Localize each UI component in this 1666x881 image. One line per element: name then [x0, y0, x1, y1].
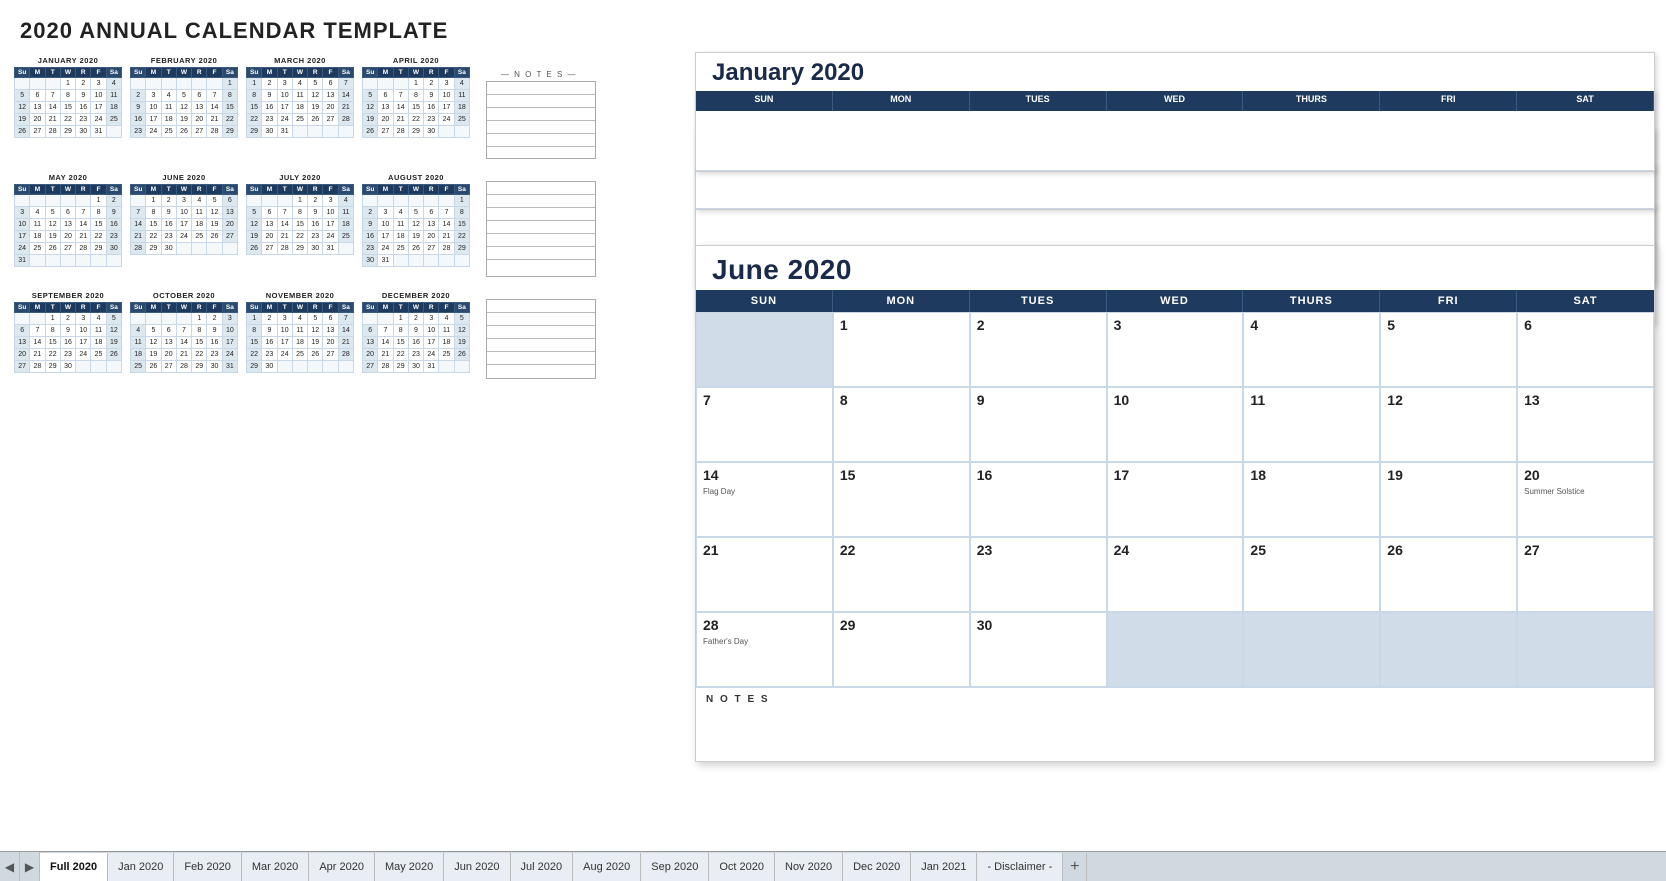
june-cell-1: 1	[833, 312, 970, 387]
header-thurs: THURS	[1243, 290, 1380, 312]
june-cell-empty5	[1517, 612, 1654, 687]
june-cell-15: 15	[833, 462, 970, 537]
notes-row3	[482, 285, 596, 379]
tab-jan-2020[interactable]: Jan 2020	[108, 853, 174, 881]
tab-jan-2021[interactable]: Jan 2021	[911, 853, 977, 881]
tab-may-2020[interactable]: May 2020	[375, 853, 444, 881]
tab-scroll-left[interactable]: ◀	[0, 852, 20, 881]
tab-aug-2020[interactable]: Aug 2020	[573, 853, 641, 881]
mini-calendar-september: SEPTEMBER 2020 SuMTWRFSa 12345 678910111…	[14, 291, 122, 373]
tab-nov-2020[interactable]: Nov 2020	[775, 853, 843, 881]
june-cell-19: 19	[1380, 462, 1517, 537]
june-cell-18: 18	[1243, 462, 1380, 537]
june-notes-section: N O T E S	[696, 687, 1654, 761]
header-sat: SAT	[1517, 290, 1654, 312]
june-cell-6: 6	[1517, 312, 1654, 387]
june-notes-label: N O T E S	[706, 694, 1644, 705]
annual-grid: JANUARY 2020 SuMTWRFSa 1234 567891011 12…	[10, 50, 680, 381]
header-mon: MON	[833, 290, 970, 312]
june-cell-23: 23	[970, 537, 1107, 612]
tab-oct-2020[interactable]: Oct 2020	[709, 853, 775, 881]
june-cell-27: 27	[1517, 537, 1654, 612]
mini-calendar-may: MAY 2020 SuMTWRFSa 12 3456789 1011121314…	[14, 173, 122, 271]
june-cell-16: 16	[970, 462, 1107, 537]
tab-jul-2020[interactable]: Jul 2020	[511, 853, 574, 881]
june-cell-30: 30	[970, 612, 1107, 687]
june-cell-empty4	[1380, 612, 1517, 687]
mini-calendar-july: JULY 2020 SuMTWRFSa 1234 567891011 12131…	[246, 173, 354, 271]
stacked-card-january: January 2020 SUN MON TUES WED THURS FRI …	[695, 52, 1655, 172]
mini-calendar-march: MARCH 2020 SuMTWRFSa 1234567 89101112131…	[246, 56, 354, 153]
june-week5: 28Father's Day 29 30	[696, 612, 1654, 687]
tab-add-button[interactable]: +	[1063, 853, 1087, 881]
tab-disclaimer[interactable]: - Disclaimer -	[977, 853, 1063, 881]
june-header-row: SUN MON TUES WED THURS FRI SAT	[696, 290, 1654, 312]
june-week1: 1 2 3 4 5 6	[696, 312, 1654, 387]
june-cell-24: 24	[1107, 537, 1244, 612]
tab-sep-2020[interactable]: Sep 2020	[641, 853, 709, 881]
june-week3: 14Flag Day 15 16 17 18 19 20Summer Solst…	[696, 462, 1654, 537]
june-cell-14: 14Flag Day	[696, 462, 833, 537]
june-notes-lines	[706, 705, 1644, 755]
tab-mar-2020[interactable]: Mar 2020	[242, 853, 309, 881]
june-cell-29: 29	[833, 612, 970, 687]
header-fri: FRI	[1380, 290, 1517, 312]
tab-scroll-right[interactable]: ▶	[20, 852, 40, 881]
june-full-calendar: June 2020 SUN MON TUES WED THURS FRI SAT…	[695, 245, 1655, 762]
june-cell-17: 17	[1107, 462, 1244, 537]
june-cell-21: 21	[696, 537, 833, 612]
page-title: 2020 ANNUAL CALENDAR TEMPLATE	[20, 18, 448, 44]
june-cell-5: 5	[1380, 312, 1517, 387]
june-cell-22: 22	[833, 537, 970, 612]
june-cell-empty2	[1107, 612, 1244, 687]
june-cell-empty3	[1243, 612, 1380, 687]
june-cell-10: 10	[1107, 387, 1244, 462]
header-wed: WED	[1107, 290, 1244, 312]
tab-full-2020[interactable]: Full 2020	[40, 853, 108, 881]
june-cell-20: 20Summer Solstice	[1517, 462, 1654, 537]
tab-jun-2020[interactable]: Jun 2020	[444, 853, 510, 881]
notes-row2	[482, 167, 596, 277]
header-tues: TUES	[970, 290, 1107, 312]
june-cell-4: 4	[1243, 312, 1380, 387]
tab-apr-2020[interactable]: Apr 2020	[309, 853, 375, 881]
june-cell-7: 7	[696, 387, 833, 462]
june-title: June 2020	[696, 246, 1654, 290]
mini-calendar-june: JUNE 2020 SuMTWRFSa 123456 78910111213 1…	[130, 173, 238, 271]
june-cell-3: 3	[1107, 312, 1244, 387]
mini-calendar-february: FEBRUARY 2020 SuMTWRFSa 1 2345678 910111…	[130, 56, 238, 153]
june-cell-26: 26	[1380, 537, 1517, 612]
mini-calendar-november: NOVEMBER 2020 SuMTWRFSa 1234567 89101112…	[246, 291, 354, 373]
mini-calendar-april: APRIL 2020 SuMTWRFSa 1234 567891011 1213…	[362, 56, 470, 153]
june-week4: 21 22 23 24 25 26 27	[696, 537, 1654, 612]
tab-bar: ◀ ▶ Full 2020 Jan 2020 Feb 2020 Mar 2020…	[0, 851, 1666, 881]
notes-header: — N O T E S —	[482, 50, 596, 159]
june-week2: 7 8 9 10 11 12 13	[696, 387, 1654, 462]
tab-dec-2020[interactable]: Dec 2020	[843, 853, 911, 881]
header-sun: SUN	[696, 290, 833, 312]
tab-feb-2020[interactable]: Feb 2020	[174, 853, 241, 881]
mini-calendar-august: AUGUST 2020 SuMTWRFSa 1 2345678 91011121…	[362, 173, 470, 271]
mini-calendar-december: DECEMBER 2020 SuMTWRFSa 12345 6789101112…	[362, 291, 470, 373]
june-cell-9: 9	[970, 387, 1107, 462]
june-cell-25: 25	[1243, 537, 1380, 612]
june-cell-empty1	[696, 312, 833, 387]
june-cell-28: 28Father's Day	[696, 612, 833, 687]
june-cell-8: 8	[833, 387, 970, 462]
june-cell-13: 13	[1517, 387, 1654, 462]
june-cell-12: 12	[1380, 387, 1517, 462]
mini-calendar-january: JANUARY 2020 SuMTWRFSa 1234 567891011 12…	[14, 56, 122, 153]
june-cell-2: 2	[970, 312, 1107, 387]
june-cell-11: 11	[1243, 387, 1380, 462]
mini-calendar-october: OCTOBER 2020 SuMTWRFSa 123 45678910 1112…	[130, 291, 238, 373]
